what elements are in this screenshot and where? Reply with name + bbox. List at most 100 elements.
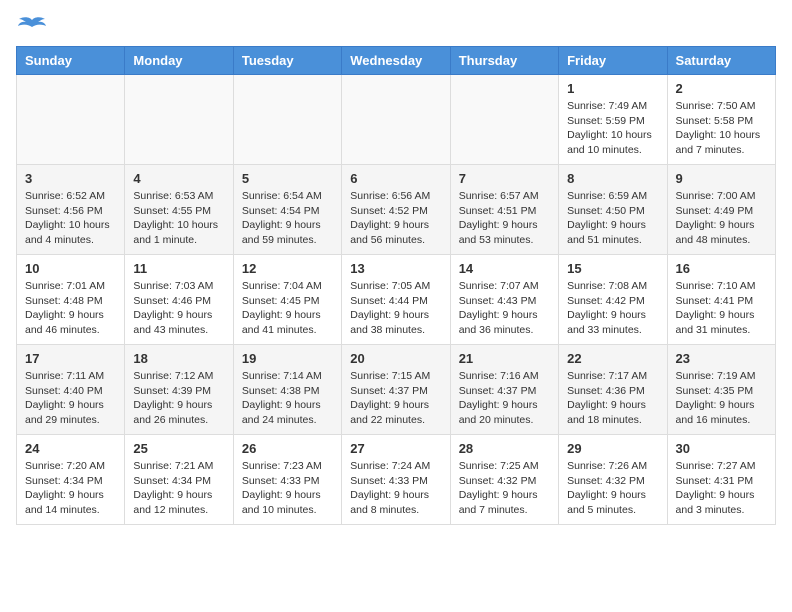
day-info: Sunrise: 7:21 AM Sunset: 4:34 PM Dayligh… bbox=[133, 459, 224, 518]
day-info: Sunrise: 7:11 AM Sunset: 4:40 PM Dayligh… bbox=[25, 369, 116, 428]
calendar-cell: 7 Sunrise: 6:57 AM Sunset: 4:51 PM Daylig… bbox=[450, 165, 558, 255]
day-info: Sunrise: 7:25 AM Sunset: 4:32 PM Dayligh… bbox=[459, 459, 550, 518]
calendar-cell: 16 Sunrise: 7:10 AM Sunset: 4:41 PM Dayli… bbox=[667, 255, 775, 345]
calendar-cell bbox=[342, 75, 450, 165]
calendar-cell bbox=[125, 75, 233, 165]
day-number: 6 bbox=[350, 171, 441, 186]
day-number: 17 bbox=[25, 351, 116, 366]
day-info: Sunrise: 7:03 AM Sunset: 4:46 PM Dayligh… bbox=[133, 279, 224, 338]
day-info: Sunrise: 7:15 AM Sunset: 4:37 PM Dayligh… bbox=[350, 369, 441, 428]
day-number: 3 bbox=[25, 171, 116, 186]
day-info: Sunrise: 7:10 AM Sunset: 4:41 PM Dayligh… bbox=[676, 279, 767, 338]
calendar-cell: 15 Sunrise: 7:08 AM Sunset: 4:42 PM Dayli… bbox=[559, 255, 667, 345]
day-info: Sunrise: 7:14 AM Sunset: 4:38 PM Dayligh… bbox=[242, 369, 333, 428]
calendar-cell bbox=[450, 75, 558, 165]
calendar-week-row: 3 Sunrise: 6:52 AM Sunset: 4:56 PM Daylig… bbox=[17, 165, 776, 255]
day-number: 28 bbox=[459, 441, 550, 456]
day-number: 22 bbox=[567, 351, 658, 366]
day-info: Sunrise: 6:52 AM Sunset: 4:56 PM Dayligh… bbox=[25, 189, 116, 248]
day-info: Sunrise: 6:54 AM Sunset: 4:54 PM Dayligh… bbox=[242, 189, 333, 248]
calendar-cell: 4 Sunrise: 6:53 AM Sunset: 4:55 PM Daylig… bbox=[125, 165, 233, 255]
day-info: Sunrise: 7:12 AM Sunset: 4:39 PM Dayligh… bbox=[133, 369, 224, 428]
calendar-cell: 2 Sunrise: 7:50 AM Sunset: 5:58 PM Daylig… bbox=[667, 75, 775, 165]
day-info: Sunrise: 7:00 AM Sunset: 4:49 PM Dayligh… bbox=[676, 189, 767, 248]
weekday-header-friday: Friday bbox=[559, 47, 667, 75]
calendar-cell: 29 Sunrise: 7:26 AM Sunset: 4:32 PM Dayli… bbox=[559, 435, 667, 525]
day-number: 13 bbox=[350, 261, 441, 276]
weekday-header-wednesday: Wednesday bbox=[342, 47, 450, 75]
day-number: 19 bbox=[242, 351, 333, 366]
day-info: Sunrise: 7:05 AM Sunset: 4:44 PM Dayligh… bbox=[350, 279, 441, 338]
day-info: Sunrise: 7:24 AM Sunset: 4:33 PM Dayligh… bbox=[350, 459, 441, 518]
calendar-week-row: 10 Sunrise: 7:01 AM Sunset: 4:48 PM Dayli… bbox=[17, 255, 776, 345]
calendar-cell: 12 Sunrise: 7:04 AM Sunset: 4:45 PM Dayli… bbox=[233, 255, 341, 345]
day-info: Sunrise: 7:26 AM Sunset: 4:32 PM Dayligh… bbox=[567, 459, 658, 518]
calendar-week-row: 17 Sunrise: 7:11 AM Sunset: 4:40 PM Dayli… bbox=[17, 345, 776, 435]
day-number: 9 bbox=[676, 171, 767, 186]
day-number: 14 bbox=[459, 261, 550, 276]
calendar-cell: 14Sunrise: 7:07 AM Sunset: 4:43 PM Dayli… bbox=[450, 255, 558, 345]
day-number: 30 bbox=[676, 441, 767, 456]
day-number: 16 bbox=[676, 261, 767, 276]
day-info: Sunrise: 6:59 AM Sunset: 4:50 PM Dayligh… bbox=[567, 189, 658, 248]
day-number: 18 bbox=[133, 351, 224, 366]
day-info: Sunrise: 6:57 AM Sunset: 4:51 PM Dayligh… bbox=[459, 189, 550, 248]
weekday-header-tuesday: Tuesday bbox=[233, 47, 341, 75]
calendar-cell bbox=[233, 75, 341, 165]
calendar-cell: 3 Sunrise: 6:52 AM Sunset: 4:56 PM Daylig… bbox=[17, 165, 125, 255]
day-info: Sunrise: 7:23 AM Sunset: 4:33 PM Dayligh… bbox=[242, 459, 333, 518]
weekday-header-monday: Monday bbox=[125, 47, 233, 75]
calendar-cell: 24Sunrise: 7:20 AM Sunset: 4:34 PM Dayli… bbox=[17, 435, 125, 525]
day-number: 1 bbox=[567, 81, 658, 96]
calendar-cell: 20 Sunrise: 7:15 AM Sunset: 4:37 PM Dayli… bbox=[342, 345, 450, 435]
day-number: 25 bbox=[133, 441, 224, 456]
calendar-cell: 28 Sunrise: 7:25 AM Sunset: 4:32 PM Dayli… bbox=[450, 435, 558, 525]
day-info: Sunrise: 6:53 AM Sunset: 4:55 PM Dayligh… bbox=[133, 189, 224, 248]
calendar-header-row: SundayMondayTuesdayWednesdayThursdayFrid… bbox=[17, 47, 776, 75]
calendar-week-row: 1 Sunrise: 7:49 AM Sunset: 5:59 PM Daylig… bbox=[17, 75, 776, 165]
day-number: 15 bbox=[567, 261, 658, 276]
calendar-cell: 6Sunrise: 6:56 AM Sunset: 4:52 PM Daylig… bbox=[342, 165, 450, 255]
day-number: 11 bbox=[133, 261, 224, 276]
calendar-cell: 22 Sunrise: 7:17 AM Sunset: 4:36 PM Dayli… bbox=[559, 345, 667, 435]
calendar-cell bbox=[17, 75, 125, 165]
day-number: 26 bbox=[242, 441, 333, 456]
day-number: 27 bbox=[350, 441, 441, 456]
calendar-cell: 5 Sunrise: 6:54 AM Sunset: 4:54 PM Daylig… bbox=[233, 165, 341, 255]
day-number: 12 bbox=[242, 261, 333, 276]
day-number: 5 bbox=[242, 171, 333, 186]
calendar-cell: 9 Sunrise: 7:00 AM Sunset: 4:49 PM Daylig… bbox=[667, 165, 775, 255]
day-number: 29 bbox=[567, 441, 658, 456]
calendar-cell: 1 Sunrise: 7:49 AM Sunset: 5:59 PM Daylig… bbox=[559, 75, 667, 165]
day-number: 8 bbox=[567, 171, 658, 186]
day-info: Sunrise: 7:01 AM Sunset: 4:48 PM Dayligh… bbox=[25, 279, 116, 338]
calendar-cell: 19 Sunrise: 7:14 AM Sunset: 4:38 PM Dayli… bbox=[233, 345, 341, 435]
day-info: Sunrise: 7:19 AM Sunset: 4:35 PM Dayligh… bbox=[676, 369, 767, 428]
calendar-cell: 30 Sunrise: 7:27 AM Sunset: 4:31 PM Dayli… bbox=[667, 435, 775, 525]
day-number: 20 bbox=[350, 351, 441, 366]
weekday-header-sunday: Sunday bbox=[17, 47, 125, 75]
calendar-cell: 13 Sunrise: 7:05 AM Sunset: 4:44 PM Dayli… bbox=[342, 255, 450, 345]
day-info: Sunrise: 7:20 AM Sunset: 4:34 PM Dayligh… bbox=[25, 459, 116, 518]
calendar-week-row: 24Sunrise: 7:20 AM Sunset: 4:34 PM Dayli… bbox=[17, 435, 776, 525]
day-info: Sunrise: 7:17 AM Sunset: 4:36 PM Dayligh… bbox=[567, 369, 658, 428]
day-number: 10 bbox=[25, 261, 116, 276]
day-info: Sunrise: 7:08 AM Sunset: 4:42 PM Dayligh… bbox=[567, 279, 658, 338]
calendar-cell: 23 Sunrise: 7:19 AM Sunset: 4:35 PM Dayli… bbox=[667, 345, 775, 435]
day-number: 7 bbox=[459, 171, 550, 186]
day-info: Sunrise: 7:49 AM Sunset: 5:59 PM Dayligh… bbox=[567, 99, 658, 158]
calendar-cell: 10 Sunrise: 7:01 AM Sunset: 4:48 PM Dayli… bbox=[17, 255, 125, 345]
day-info: Sunrise: 7:27 AM Sunset: 4:31 PM Dayligh… bbox=[676, 459, 767, 518]
day-number: 21 bbox=[459, 351, 550, 366]
calendar-cell: 8 Sunrise: 6:59 AM Sunset: 4:50 PM Daylig… bbox=[559, 165, 667, 255]
day-number: 23 bbox=[676, 351, 767, 366]
logo-bird-icon bbox=[18, 16, 46, 38]
calendar-cell: 27 Sunrise: 7:24 AM Sunset: 4:33 PM Dayli… bbox=[342, 435, 450, 525]
day-info: Sunrise: 7:50 AM Sunset: 5:58 PM Dayligh… bbox=[676, 99, 767, 158]
day-number: 4 bbox=[133, 171, 224, 186]
calendar-cell: 18 Sunrise: 7:12 AM Sunset: 4:39 PM Dayli… bbox=[125, 345, 233, 435]
calendar-table: SundayMondayTuesdayWednesdayThursdayFrid… bbox=[16, 46, 776, 525]
day-number: 2 bbox=[676, 81, 767, 96]
day-info: Sunrise: 7:04 AM Sunset: 4:45 PM Dayligh… bbox=[242, 279, 333, 338]
calendar-cell: 11 Sunrise: 7:03 AM Sunset: 4:46 PM Dayli… bbox=[125, 255, 233, 345]
